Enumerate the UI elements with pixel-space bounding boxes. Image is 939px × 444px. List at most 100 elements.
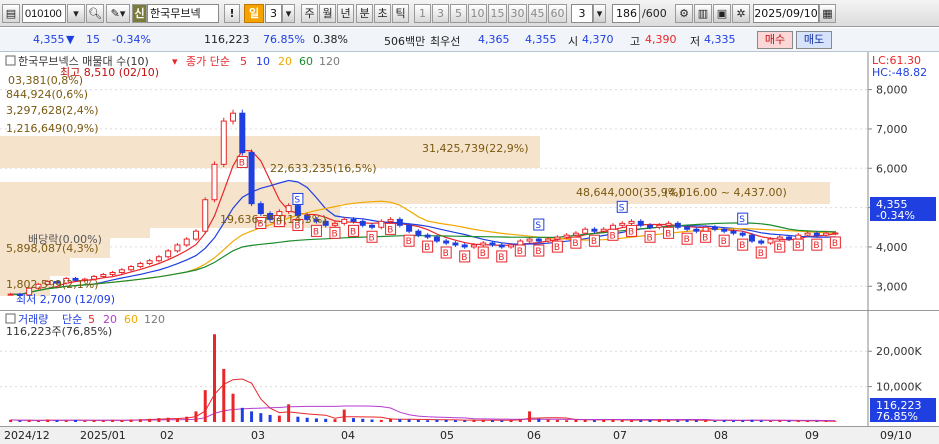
volume-bar xyxy=(101,420,105,422)
chart-type-icon[interactable]: ▥ xyxy=(694,4,712,23)
candle-body xyxy=(202,199,209,232)
period-day-button[interactable]: 일 xyxy=(244,4,264,23)
volume-bar xyxy=(203,390,207,422)
candle-body xyxy=(146,260,153,264)
volume-bar xyxy=(259,413,263,422)
save-icon[interactable]: ▣ xyxy=(713,4,731,23)
volume-bar xyxy=(55,420,59,422)
candle-body xyxy=(674,222,681,228)
price-tick-label: 7,000 xyxy=(876,123,908,136)
volume-bar xyxy=(472,420,476,422)
volume-bar xyxy=(778,420,782,422)
legend-ma10[interactable]: 10 xyxy=(256,55,270,68)
volume-bar xyxy=(731,420,735,422)
custom-interval-dropdown-icon[interactable]: ▾ xyxy=(593,4,606,23)
volume-chart[interactable]: 20,000K10,000K 116,223 76.85% 거래량 단순 5 2… xyxy=(0,310,939,426)
indicator-icon[interactable]: ⚙ xyxy=(675,4,693,23)
volume-bar xyxy=(231,393,235,422)
candle-body xyxy=(183,238,190,246)
date-label-02: 02 xyxy=(160,429,174,442)
list-icon[interactable]: ▤ xyxy=(2,4,20,23)
volume-bar xyxy=(694,420,698,422)
page-count-field[interactable]: 186 xyxy=(612,4,640,23)
sell-button[interactable]: 매도 xyxy=(796,31,832,49)
price-tick-label: 3,000 xyxy=(876,280,908,293)
date-label-2025-01: 2025/01 xyxy=(80,429,126,442)
legend-ma20[interactable]: 20 xyxy=(278,55,292,68)
legend-ma120[interactable]: 120 xyxy=(319,55,340,68)
period-count-dropdown-icon[interactable]: ▾ xyxy=(282,4,295,23)
last-change-value: -0.34% xyxy=(876,209,915,222)
candle-body xyxy=(600,228,607,232)
volume-bar xyxy=(518,419,522,422)
period-year-button[interactable]: 년 xyxy=(337,4,354,23)
gear-icon[interactable]: ✲ xyxy=(732,4,750,23)
candle-body xyxy=(387,218,394,222)
interval-5-button[interactable]: 5 xyxy=(450,4,467,23)
date-field[interactable]: 2025/09/10 xyxy=(753,4,819,23)
candle-body xyxy=(424,234,431,238)
volume-bar xyxy=(83,420,87,422)
dividend-label: 배당락(0.00%) xyxy=(28,233,102,246)
volume-bar xyxy=(592,420,596,422)
alert-button[interactable]: ! xyxy=(224,4,240,23)
code-dropdown-icon[interactable]: ▾ xyxy=(67,4,85,23)
candle-body xyxy=(137,262,144,268)
volume-bar xyxy=(407,419,411,422)
candle-body xyxy=(739,232,746,236)
candle-body xyxy=(461,244,468,248)
buy-signal-label: B xyxy=(443,249,449,259)
volume-bar xyxy=(27,420,31,422)
candle-body xyxy=(211,163,218,201)
period-minute-button[interactable]: 분 xyxy=(356,4,373,23)
interval-1-button[interactable]: 1 xyxy=(414,4,431,23)
calendar-icon[interactable]: ▦ xyxy=(819,4,836,23)
settings-dropdown-button[interactable]: ✎▾ xyxy=(106,4,130,23)
sell-signal-label: S xyxy=(535,221,541,231)
open-price: 4,370 xyxy=(582,33,614,46)
period-month-button[interactable]: 월 xyxy=(319,4,336,23)
candle-body xyxy=(248,152,255,205)
volume-profile-label: 22,633,235(16,5%) xyxy=(270,162,377,175)
price-legend-ma-label[interactable]: 종가 단순 xyxy=(186,55,230,68)
buy-signal-label: B xyxy=(480,249,486,259)
legend-ma60[interactable]: 60 xyxy=(299,55,313,68)
volume-profile-label: 3,297,628(2,4%) xyxy=(6,104,99,117)
buy-button[interactable]: 매수 xyxy=(757,31,793,49)
volume-bar xyxy=(314,418,318,422)
interval-3-button[interactable]: 3 xyxy=(432,4,449,23)
volume-bar xyxy=(222,368,226,422)
buy-signal-label: B xyxy=(609,231,615,241)
candle-body xyxy=(480,242,487,246)
volume-bar xyxy=(769,420,772,422)
interval-60-button[interactable]: 60 xyxy=(548,4,567,23)
buy-signal-label: B xyxy=(554,243,560,253)
candle-body xyxy=(786,236,793,240)
volume-legend-ma120[interactable]: 120 xyxy=(144,313,165,326)
volume-bar xyxy=(824,421,828,422)
buy-signal-label: B xyxy=(647,233,653,243)
volume-legend-ma60[interactable]: 60 xyxy=(124,313,138,326)
chart-toolbar: ▤ ▾ 🔍︎ ✎▾ 신 한국무브넥 ! 일 3 ▾ 주 월 년 분 초 틱 1 … xyxy=(0,0,939,27)
volume-bar xyxy=(352,418,355,422)
legend-ma5[interactable]: 5 xyxy=(240,55,247,68)
period-count-field[interactable]: 3 xyxy=(265,4,282,23)
stock-code-input[interactable] xyxy=(22,4,66,23)
candle-body xyxy=(702,226,709,232)
interval-30-button[interactable]: 30 xyxy=(508,4,527,23)
interval-10-button[interactable]: 10 xyxy=(468,4,487,23)
volume-bar xyxy=(185,416,189,422)
period-second-button[interactable]: 초 xyxy=(374,4,391,23)
candle-body xyxy=(628,220,635,224)
interval-15-button[interactable]: 15 xyxy=(488,4,507,23)
volume-bar xyxy=(657,419,661,422)
period-week-button[interactable]: 주 xyxy=(301,4,318,23)
search-icon[interactable]: 🔍︎ xyxy=(86,4,104,23)
price-chart[interactable]: BB B BB B BBBBBB B B BB B B B BB BB BB B B BBB B B BSSSS 03… xyxy=(0,52,939,310)
volume-bar xyxy=(509,419,513,422)
candle-body xyxy=(109,272,116,275)
interval-45-button[interactable]: 45 xyxy=(528,4,547,23)
period-tick-button[interactable]: 틱 xyxy=(392,4,409,23)
custom-interval-field[interactable]: 3 xyxy=(571,4,593,23)
volume-bar xyxy=(796,420,800,422)
